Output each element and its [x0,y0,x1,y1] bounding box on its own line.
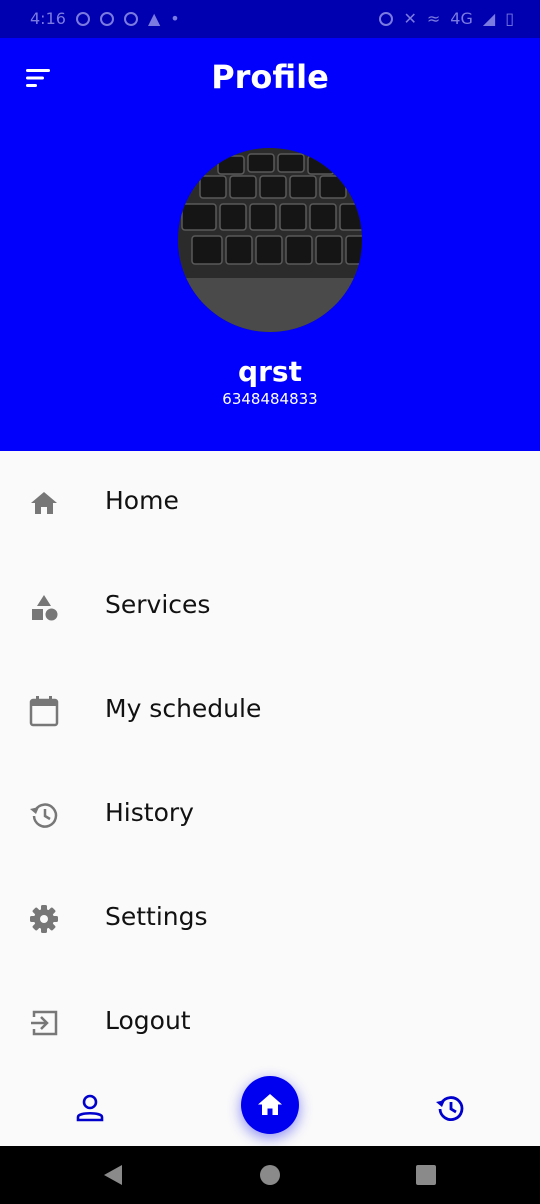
menu-item-label: History [105,798,194,827]
menu-item-settings[interactable]: Settings [0,867,540,971]
nav-history-button[interactable] [434,1092,466,1128]
menu-item-label: Services [105,590,211,619]
messenger-icon-2 [123,11,138,26]
status-time: 4:16 [30,9,66,28]
back-icon[interactable] [102,1163,124,1187]
menu-item-home[interactable]: Home [0,451,540,555]
menu-item-schedule[interactable]: My schedule [0,659,540,763]
more-dot-icon: • [170,9,180,28]
person-icon [76,1094,104,1122]
history-icon [436,1096,464,1121]
menu-item-logout[interactable]: Logout [0,971,540,1075]
menu-item-label: Home [105,486,179,515]
signal-icon: ◢ [482,9,496,28]
whatsapp-icon [75,11,90,26]
logout-icon [31,1010,58,1036]
menu-item-label: Settings [105,902,208,931]
wifi-icon: ≈ [426,9,441,28]
messenger-icon [99,11,114,26]
history-icon [30,803,58,828]
menu-item-label: My schedule [105,694,262,723]
network-type: 4G [450,9,473,28]
calendar-icon [29,696,59,727]
menu-item-label: Logout [105,1006,191,1035]
alarm-icon [379,11,394,26]
home-icon [31,492,57,514]
mute-icon: ✕ [403,9,417,28]
avatar[interactable] [178,148,362,332]
status-right: ✕ ≈ 4G ◢ ▯ [379,9,514,28]
page-title: Profile [211,58,329,96]
home-icon [258,1094,282,1115]
status-bar: 4:16 ▲ • ✕ ≈ 4G ◢ ▯ [0,0,540,38]
notification-icon: ▲ [147,9,161,28]
gear-icon [30,905,58,933]
profile-header: Profile qrst 6348484833 [0,38,540,451]
bottom-nav [0,1068,540,1146]
nav-profile-button[interactable] [74,1092,106,1128]
services-icon [32,595,58,621]
user-phone: 6348484833 [222,390,318,408]
user-name: qrst [238,355,302,388]
battery-icon: ▯ [505,9,514,28]
avatar-photo [178,148,362,332]
recents-icon[interactable] [415,1164,437,1186]
home-circle-icon[interactable] [259,1164,281,1186]
home-fab-button[interactable] [241,1076,299,1134]
system-nav-bar [0,1146,540,1204]
status-left: 4:16 ▲ • [30,9,180,28]
menu-item-services[interactable]: Services [0,555,540,659]
menu-item-history[interactable]: History [0,763,540,867]
